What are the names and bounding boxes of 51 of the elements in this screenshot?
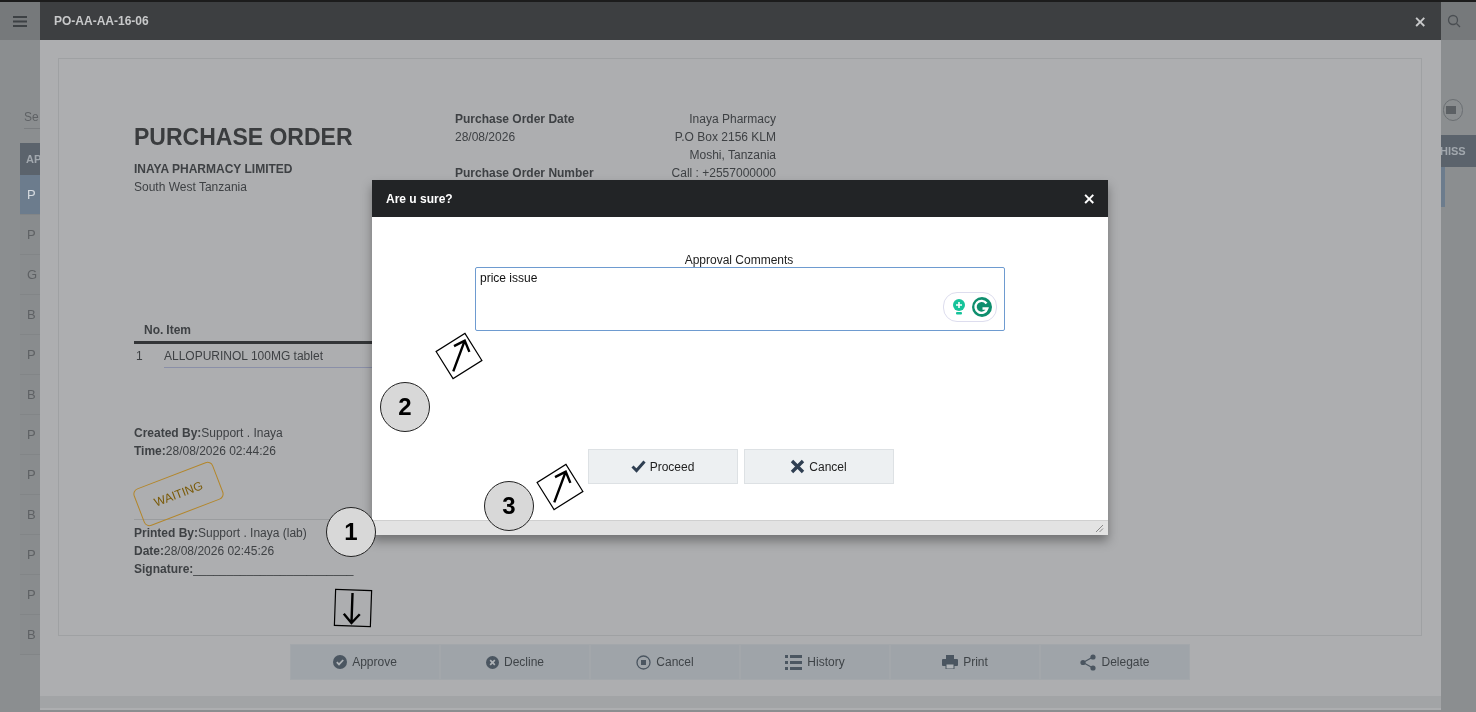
action-button[interactable]: Delegate bbox=[1040, 644, 1190, 680]
dialog-title: Are u sure? bbox=[386, 191, 453, 206]
table-header: AP bbox=[20, 143, 40, 175]
search-icon[interactable] bbox=[1447, 14, 1461, 28]
printed-info: Date:28/08/2026 02:45:26 bbox=[134, 543, 275, 560]
address-line: Inaya Pharmacy bbox=[688, 111, 776, 128]
stop-circle-icon bbox=[636, 654, 652, 670]
address-line: P.O Box 2156 KLM bbox=[673, 129, 776, 146]
share-icon bbox=[1080, 653, 1097, 671]
printed-info: Signature:________________________ bbox=[134, 561, 354, 578]
proceed-button[interactable]: Proceed bbox=[587, 449, 738, 484]
down-arrow-drawing bbox=[333, 588, 373, 628]
table-cell-text: 1 bbox=[135, 349, 144, 365]
created-info: Time:28/08/2026 02:44:26 bbox=[134, 443, 277, 460]
resize-grip-icon[interactable] bbox=[1094, 523, 1104, 533]
action-button[interactable]: History bbox=[740, 644, 890, 680]
check-icon bbox=[630, 460, 646, 473]
list-row[interactable]: P bbox=[20, 175, 40, 215]
up-right-arrow-drawing bbox=[432, 330, 486, 382]
up-right-arrow-drawing bbox=[533, 461, 587, 513]
table-header: HISS bbox=[1440, 135, 1476, 167]
meta-value: 28/08/2026 bbox=[455, 129, 517, 146]
address-line: Moshi, Tanzania bbox=[688, 147, 776, 164]
printed-info: Printed By:Support . Inaya (lab) bbox=[134, 525, 307, 542]
grammar-assistant-icon[interactable] bbox=[943, 292, 997, 322]
meta-label: Purchase Order Date bbox=[455, 111, 576, 128]
cancel-button[interactable]: Cancel bbox=[743, 449, 894, 484]
calendar-icon[interactable] bbox=[1443, 99, 1463, 121]
company-region: South West Tanzania bbox=[134, 179, 248, 196]
created-info: Created By:Support . Inaya bbox=[134, 425, 284, 442]
action-button[interactable]: Decline bbox=[440, 644, 590, 680]
close-button[interactable]: × bbox=[1078, 189, 1100, 208]
menu-icon[interactable] bbox=[13, 15, 27, 27]
company-name: INAYA PHARMACY LIMITED bbox=[134, 161, 294, 178]
document-title: PURCHASE ORDER bbox=[134, 128, 354, 146]
address-line: Call : +2557000000 bbox=[670, 165, 776, 182]
close-button[interactable]: × bbox=[1409, 11, 1431, 31]
comment-field[interactable]: price issue bbox=[475, 267, 1005, 331]
action-button[interactable]: Cancel bbox=[590, 644, 740, 680]
printer-icon bbox=[942, 655, 959, 669]
window-title: PO-AA-AA-16-06 bbox=[54, 14, 149, 28]
x-circle-icon bbox=[486, 655, 499, 669]
list-icon bbox=[785, 654, 803, 670]
column-header: Item bbox=[166, 323, 192, 337]
field-label: Approval Comments bbox=[684, 253, 794, 267]
action-button[interactable]: Print bbox=[890, 644, 1040, 680]
action-button[interactable]: Approve bbox=[290, 644, 440, 680]
check-circle-icon bbox=[333, 655, 348, 669]
column-header: No. bbox=[144, 323, 164, 337]
x-icon bbox=[790, 459, 806, 474]
meta-label: Purchase Order Number bbox=[455, 165, 595, 182]
